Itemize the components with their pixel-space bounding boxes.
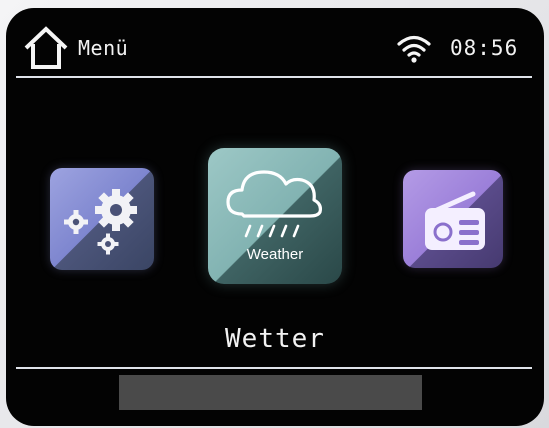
hint-bar: [119, 375, 422, 410]
clock-time: 08:56: [450, 36, 519, 60]
weather-tile[interactable]: Weather: [208, 148, 342, 284]
radio-icon: [425, 191, 485, 250]
display-screen: Menü 08:56 Weather Wetter: [6, 8, 544, 426]
weather-tile-label: Weather: [246, 246, 304, 263]
cloud-rain-icon: [226, 170, 322, 238]
status-bar: Menü 08:56: [6, 8, 544, 78]
settings-gears-icon: [64, 189, 137, 255]
selected-item-caption: Wetter: [225, 324, 325, 354]
radio-tile[interactable]: [403, 170, 503, 268]
header-divider: [16, 76, 532, 78]
footer-divider: [16, 367, 532, 369]
wifi-icon: [397, 35, 431, 63]
menu-title: Menü: [78, 36, 129, 60]
home-icon[interactable]: [22, 24, 70, 70]
settings-tile[interactable]: [50, 168, 154, 270]
